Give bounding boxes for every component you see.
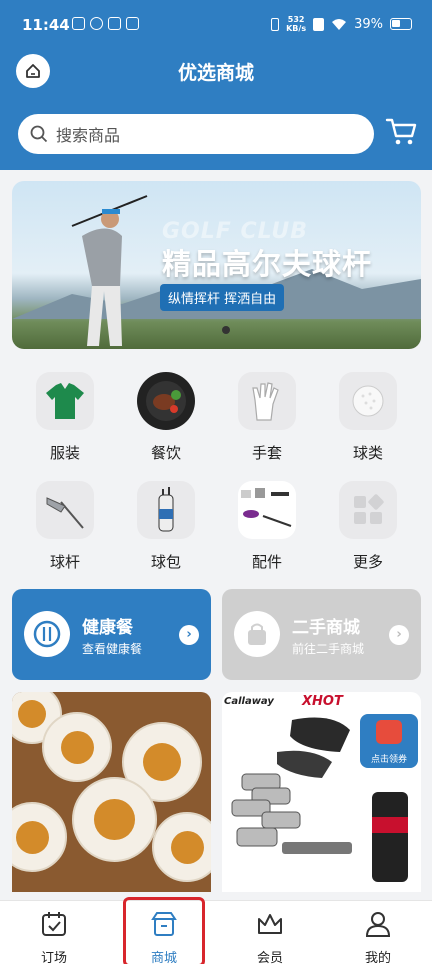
- tab-label: 订场: [40, 951, 67, 964]
- shopping-bag-icon: [248, 623, 266, 645]
- tab-label: 会员: [256, 951, 283, 964]
- red-envelope-icon: [376, 720, 402, 744]
- category-tile: [339, 481, 397, 539]
- steak-plate-icon: [146, 381, 186, 421]
- golf-bag-icon: [158, 487, 174, 532]
- category-tile: [238, 372, 296, 430]
- search-placeholder: 搜索商品: [56, 126, 121, 145]
- category-balls[interactable]: 球类: [328, 372, 408, 463]
- app-notification-icon: [108, 17, 121, 30]
- category-bags[interactable]: 球包: [126, 481, 206, 572]
- shopping-bag-icon-circle: [234, 611, 280, 657]
- category-tile: [137, 372, 195, 430]
- accessories-icon: [241, 488, 292, 527]
- promo-banner[interactable]: GOLF CLUB 精品高尔夫球杆 纵情挥杆 挥洒自由: [12, 181, 421, 349]
- network-speed-unit: KB/s: [286, 24, 307, 33]
- golf-ball-icon: [352, 385, 384, 417]
- category-label: 服装: [49, 444, 80, 462]
- coupon-label: 点击领券: [370, 755, 407, 765]
- cart-icon[interactable]: [384, 116, 418, 146]
- card-title: 健康餐: [82, 618, 133, 638]
- polo-shirt-icon: [46, 383, 84, 419]
- fork-knife-icon: [33, 620, 61, 648]
- crown-icon: [258, 914, 282, 934]
- page-title: 优选商城: [177, 62, 254, 84]
- calendar-check-icon: [42, 912, 66, 936]
- highlight-annotation: [123, 897, 205, 964]
- healthy-meal-card[interactable]: 健康餐 查看健康餐 ›: [12, 589, 211, 680]
- vibrate-icon: [271, 17, 280, 31]
- category-accessories[interactable]: 配件: [227, 481, 307, 572]
- card-subtitle: 查看健康餐: [82, 642, 143, 656]
- notification-icon: [72, 17, 85, 30]
- chevron-right-icon: ›: [179, 625, 199, 645]
- category-tile: [137, 481, 195, 539]
- food-plate: [12, 802, 67, 872]
- chevron-right-icon: ›: [389, 625, 409, 645]
- search-icon: [30, 125, 48, 143]
- tab-profile[interactable]: 我的: [338, 909, 418, 964]
- search-input[interactable]: 搜索商品: [18, 114, 374, 154]
- tab-membership[interactable]: 会员: [230, 909, 310, 964]
- category-label: 球包: [150, 553, 181, 571]
- category-clubs[interactable]: 球杆: [25, 481, 105, 572]
- golf-club-product-card[interactable]: Callaway XHOT 点击领券: [222, 692, 421, 892]
- category-label: 更多: [352, 553, 383, 571]
- category-label: 餐饮: [150, 444, 181, 462]
- battery-icon: [390, 18, 412, 30]
- card-title: 二手商城: [292, 618, 360, 638]
- second-hand-card[interactable]: 二手商城 前往二手商城 ›: [222, 589, 421, 680]
- food-plate: [152, 812, 211, 882]
- network-speed-value: 532: [287, 15, 305, 24]
- wifi-icon: [332, 18, 347, 30]
- bottom-tab-bar: 订场 商城 会员 我的: [0, 900, 432, 964]
- food-product-card[interactable]: [12, 692, 211, 892]
- category-tile: [36, 481, 94, 539]
- category-label: 球类: [352, 444, 383, 462]
- golfer-image: [71, 195, 148, 346]
- golf-club-icon: [46, 497, 84, 529]
- tab-booking[interactable]: 订场: [14, 909, 94, 964]
- status-bar: 11:44 532 KB/s 39%: [0, 0, 432, 50]
- category-tile: [238, 481, 296, 539]
- app-notification-icon: [90, 17, 103, 30]
- user-icon: [365, 912, 391, 937]
- card-subtitle: 前往二手商城: [292, 642, 365, 656]
- food-plate: [72, 777, 157, 862]
- carousel-indicator: [222, 326, 230, 334]
- category-tile: [339, 372, 397, 430]
- category-label: 手套: [251, 444, 282, 462]
- category-dining[interactable]: 餐饮: [126, 372, 206, 463]
- more-grid-icon: [354, 494, 384, 524]
- category-gloves[interactable]: 手套: [227, 372, 307, 463]
- category-clothing[interactable]: 服装: [25, 372, 105, 463]
- network-speed: 532 KB/s: [286, 15, 306, 33]
- coupon-button[interactable]: 点击领券: [360, 714, 418, 768]
- banner-tagline: 纵情挥杆 挥洒自由: [160, 284, 285, 311]
- sim-icon: [313, 17, 325, 31]
- mail-icon: [126, 17, 139, 30]
- golf-glove-icon: [252, 382, 279, 421]
- battery-percent: 39%: [354, 16, 383, 32]
- banner-headline: 精品高尔夫球杆: [162, 247, 373, 281]
- tab-label: 我的: [364, 951, 391, 964]
- category-tile: [36, 372, 94, 430]
- category-label: 球杆: [49, 553, 80, 571]
- status-time: 11:44: [22, 16, 70, 34]
- fork-knife-icon-circle: [24, 611, 70, 657]
- category-more[interactable]: 更多: [328, 481, 408, 572]
- category-label: 配件: [251, 553, 282, 571]
- food-plate: [42, 712, 112, 782]
